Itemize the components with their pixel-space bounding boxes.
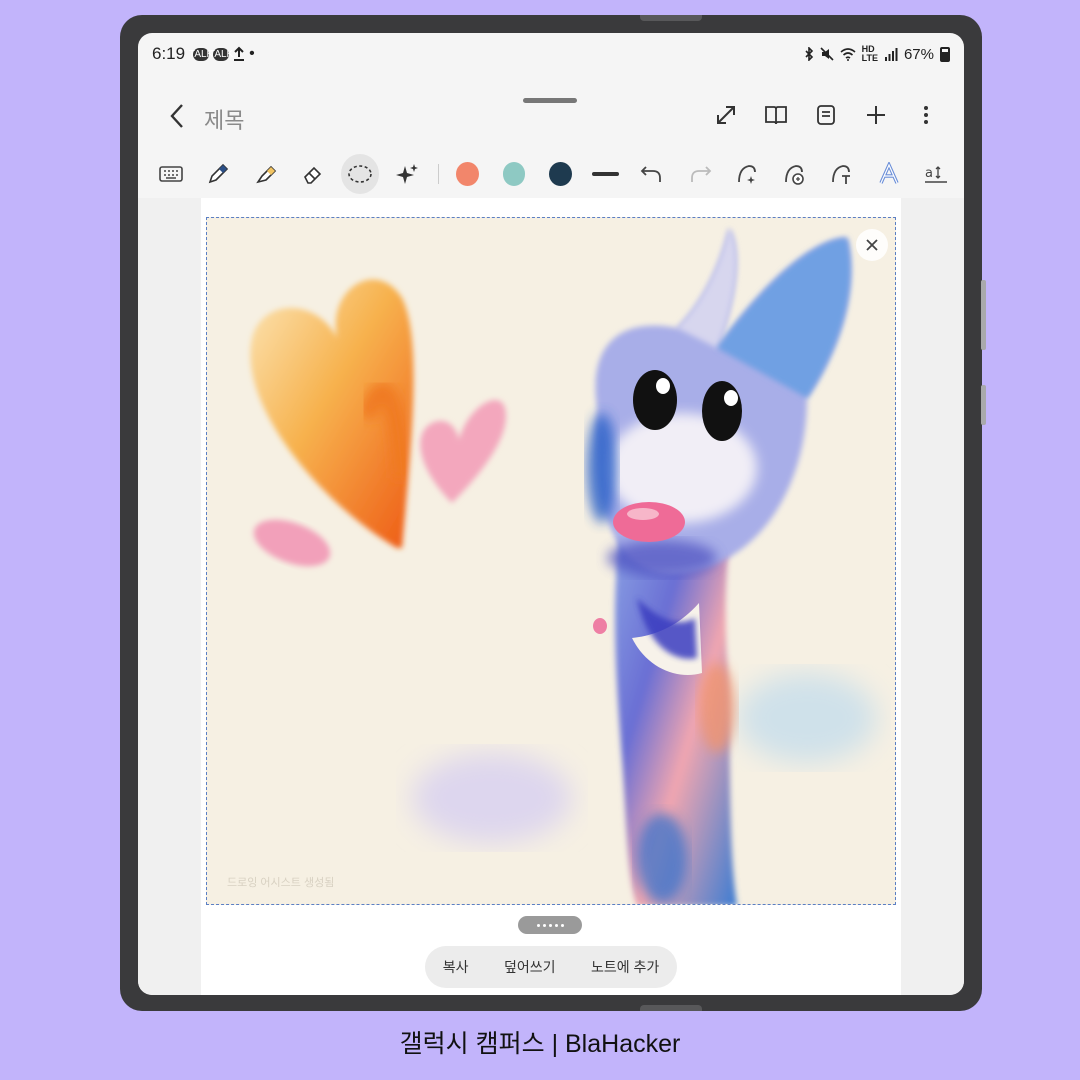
title-bar: 제목 [138,95,964,139]
keyboard-tool[interactable] [152,154,190,194]
ai-assist-tool[interactable] [388,154,426,194]
canvas-margin-left [138,198,201,995]
battery-label: 67% [903,45,934,63]
shape-assist-icon [737,165,756,184]
title-actions [710,99,942,131]
pen-tool[interactable] [199,154,237,194]
signal-icon [884,48,898,61]
redo-icon [690,166,711,182]
hd-icon: HD LTE [861,44,878,63]
creature-eye-right [702,381,742,441]
hinge-top [640,15,702,21]
text-style-icon [879,162,899,184]
close-icon [866,239,878,251]
mute-icon [820,47,834,61]
upload-icon [234,46,245,61]
screen: 6:19 TALK TALK • HD LTE 67% 제목 a 드로잉 어시스… [138,33,964,995]
color-swatch-navy[interactable] [549,162,573,186]
highlighter-tool[interactable] [247,154,285,194]
pen-icon [209,163,229,184]
handle-dot [554,923,558,927]
shape-assist-button[interactable] [728,154,766,194]
ai-text-button[interactable] [775,154,813,194]
text-convert-icon [832,165,851,184]
expand-icon [717,106,735,124]
talk-icon: TALK [188,47,214,61]
text-size-button[interactable]: a [917,154,955,194]
overwrite-button[interactable]: 덮어쓰기 [504,957,556,977]
power-button [981,385,986,425]
stroke-width-selector[interactable] [592,172,620,176]
pink-petal [253,519,331,567]
drawing-toolbar: a [138,151,964,197]
ai-sparkle-icon [396,164,419,184]
keyboard-icon [159,166,183,182]
redo-button[interactable] [680,154,718,194]
lasso-tool[interactable] [341,154,380,194]
text-size-icon: a [924,166,947,183]
notification-icons: TALK TALK • [188,45,255,63]
text-convert-button[interactable] [822,154,860,194]
handle-dot [560,923,564,927]
color-swatch-orange[interactable] [455,162,479,186]
expand-button[interactable] [710,99,742,131]
add-button[interactable] [860,99,892,131]
pink-heart [420,399,506,503]
ai-text-icon [785,165,804,185]
battery-icon [940,46,950,62]
book-icon [765,106,787,125]
hinge-bottom [640,1005,702,1011]
chevron-left-icon [170,104,183,128]
more-button[interactable] [910,99,942,131]
creature-eye-left [633,370,677,430]
talk-icon: TALK [208,47,234,61]
status-bar: 6:19 TALK TALK • HD LTE 67% [138,33,964,75]
page-icon [817,105,835,125]
svg-text:a: a [925,166,933,181]
watermark-text: 드로잉 어시스트 생성됨 [227,877,335,889]
undo-button[interactable] [633,154,671,194]
more-icon [924,106,928,124]
undo-icon [641,166,662,182]
creature-nose [613,502,685,542]
canvas-margin-right [901,198,964,995]
close-image-button[interactable] [856,229,888,261]
volume-button [981,280,986,350]
copy-button[interactable]: 복사 [443,957,469,977]
wifi-icon [840,48,856,61]
color-swatch-teal[interactable] [502,162,526,186]
book-view-button[interactable] [760,99,792,131]
handle-dot [548,923,552,927]
caption: 갤럭시 캠퍼스 | BlaHacker [399,1030,681,1058]
page-layout-button[interactable] [810,99,842,131]
resize-handle[interactable] [518,916,582,934]
generated-image[interactable]: 드로잉 어시스트 생성됨 [206,217,896,905]
image-action-bar: 복사 덮어쓰기 노트에 추가 [425,946,677,988]
note-title[interactable]: 제목 [204,103,244,135]
highlighter-icon [255,165,276,184]
add-to-note-button[interactable]: 노트에 추가 [591,957,659,977]
lasso-icon [348,165,372,183]
bluetooth-icon [805,47,813,61]
foldable-device: 6:19 TALK TALK • HD LTE 67% 제목 a 드로잉 어시스… [120,15,986,1011]
handle-dot [536,923,540,927]
toolbar-divider [437,164,439,184]
eraser-icon [303,166,322,184]
eraser-tool[interactable] [294,154,332,194]
dot-icon: • [249,45,255,62]
system-icons: HD LTE 67% [804,45,950,63]
text-style-button[interactable] [870,154,908,194]
back-button[interactable] [162,101,192,131]
watercolor-illustration [250,228,877,904]
handle-dot [542,923,546,927]
clock: 6:19 [152,44,186,63]
add-icon [867,106,885,124]
